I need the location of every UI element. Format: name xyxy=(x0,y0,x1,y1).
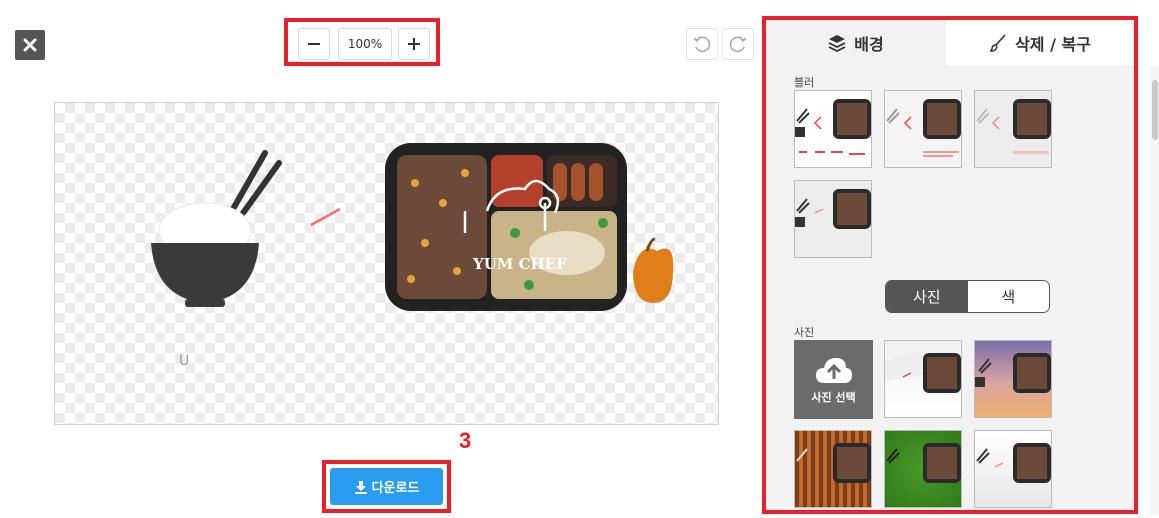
close-icon xyxy=(23,38,37,52)
brush-icon xyxy=(989,33,1006,52)
plus-icon xyxy=(408,38,420,50)
blur-section-label: 블러 xyxy=(794,76,815,89)
lunch-box-illustration: YUM CHEF xyxy=(385,143,627,311)
logo-text: YUM CHEF xyxy=(472,255,567,273)
download-label: 다운로드 xyxy=(371,481,420,496)
blur-option-3[interactable] xyxy=(974,90,1052,168)
toggle-color[interactable]: 색 xyxy=(967,281,1049,312)
blur-option-2[interactable] xyxy=(884,90,962,168)
step-number: 3 xyxy=(459,428,472,453)
photo-bg-option-1[interactable] xyxy=(884,340,962,418)
photo-bg-option-3[interactable] xyxy=(794,430,872,508)
image-canvas[interactable]: U YUM CHEF xyxy=(54,102,719,425)
svg-text:U: U xyxy=(179,353,189,369)
blur-option-1[interactable] xyxy=(794,90,872,168)
product-image: U YUM CHEF xyxy=(151,143,674,369)
minus-icon xyxy=(308,43,320,45)
cloud-upload-icon xyxy=(815,357,852,383)
zoom-in-button[interactable] xyxy=(398,28,430,60)
photo-bg-option-5[interactable] xyxy=(974,430,1052,508)
zoom-out-button[interactable] xyxy=(298,28,330,60)
undo-icon xyxy=(693,36,711,53)
upload-photo-button[interactable]: 사진 선택 xyxy=(794,340,873,419)
undo-button[interactable] xyxy=(686,28,718,60)
layers-icon xyxy=(828,34,846,52)
download-button[interactable]: 다운로드 xyxy=(330,468,443,505)
photo-bg-option-4[interactable] xyxy=(884,430,962,508)
tab-erase-label: 삭제 / 복구 xyxy=(1015,34,1091,54)
blur-option-4[interactable] xyxy=(794,180,872,258)
redo-button[interactable] xyxy=(722,28,754,60)
pumpkin-illustration xyxy=(633,237,674,303)
rice-bowl-illustration xyxy=(151,150,282,307)
close-button[interactable] xyxy=(15,30,45,60)
tab-erase-restore[interactable]: 삭제 / 복구 xyxy=(946,20,1134,65)
upload-label: 사진 선택 xyxy=(811,390,856,404)
photo-section-label: 사진 xyxy=(794,326,815,339)
tab-background-label: 배경 xyxy=(854,34,884,54)
tab-background[interactable]: 배경 xyxy=(766,20,946,65)
redo-icon xyxy=(729,36,747,53)
download-icon xyxy=(354,480,367,494)
photo-bg-option-2[interactable] xyxy=(974,340,1052,418)
toggle-photo[interactable]: 사진 xyxy=(886,281,968,312)
panel-scroll-thumb[interactable] xyxy=(1152,80,1158,140)
photo-color-toggle: 사진 색 xyxy=(885,280,1050,313)
zoom-value: 100% xyxy=(338,28,392,60)
